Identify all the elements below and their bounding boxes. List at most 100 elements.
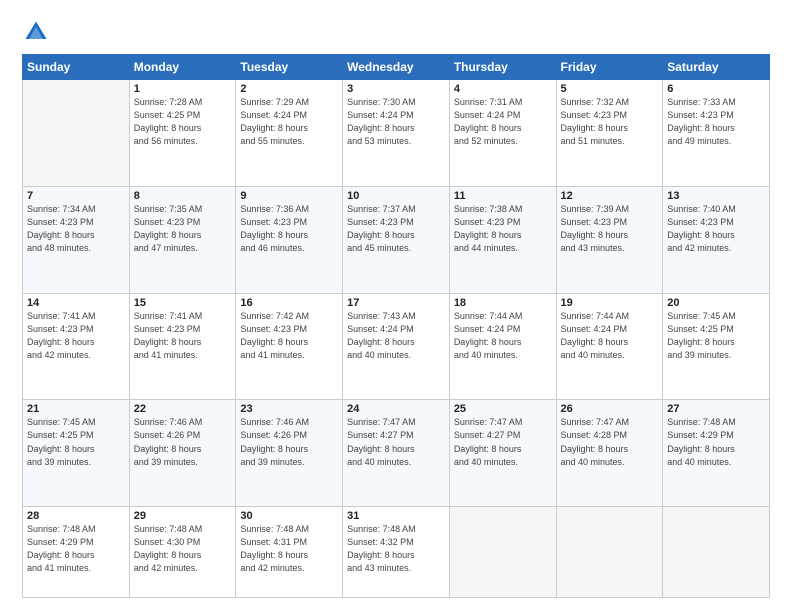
calendar-week-row: 1Sunrise: 7:28 AMSunset: 4:25 PMDaylight… <box>23 80 770 187</box>
calendar-cell: 8Sunrise: 7:35 AMSunset: 4:23 PMDaylight… <box>129 186 236 293</box>
day-info: Sunrise: 7:30 AMSunset: 4:24 PMDaylight:… <box>347 96 445 148</box>
calendar-week-row: 28Sunrise: 7:48 AMSunset: 4:29 PMDayligh… <box>23 507 770 598</box>
logo <box>22 18 54 46</box>
calendar-cell: 1Sunrise: 7:28 AMSunset: 4:25 PMDaylight… <box>129 80 236 187</box>
day-info: Sunrise: 7:38 AMSunset: 4:23 PMDaylight:… <box>454 203 552 255</box>
calendar-cell: 2Sunrise: 7:29 AMSunset: 4:24 PMDaylight… <box>236 80 343 187</box>
calendar-cell <box>663 507 770 598</box>
day-info: Sunrise: 7:44 AMSunset: 4:24 PMDaylight:… <box>561 310 659 362</box>
calendar-cell: 20Sunrise: 7:45 AMSunset: 4:25 PMDayligh… <box>663 293 770 400</box>
day-number: 13 <box>667 190 765 202</box>
day-number: 23 <box>240 403 338 415</box>
calendar-cell: 29Sunrise: 7:48 AMSunset: 4:30 PMDayligh… <box>129 507 236 598</box>
calendar-cell: 18Sunrise: 7:44 AMSunset: 4:24 PMDayligh… <box>449 293 556 400</box>
calendar-cell: 11Sunrise: 7:38 AMSunset: 4:23 PMDayligh… <box>449 186 556 293</box>
day-number: 20 <box>667 297 765 309</box>
day-info: Sunrise: 7:47 AMSunset: 4:27 PMDaylight:… <box>454 416 552 468</box>
day-number: 1 <box>134 83 232 95</box>
calendar-cell <box>449 507 556 598</box>
calendar-cell: 27Sunrise: 7:48 AMSunset: 4:29 PMDayligh… <box>663 400 770 507</box>
calendar-cell: 25Sunrise: 7:47 AMSunset: 4:27 PMDayligh… <box>449 400 556 507</box>
day-info: Sunrise: 7:28 AMSunset: 4:25 PMDaylight:… <box>134 96 232 148</box>
day-info: Sunrise: 7:37 AMSunset: 4:23 PMDaylight:… <box>347 203 445 255</box>
day-number: 3 <box>347 83 445 95</box>
calendar-cell: 5Sunrise: 7:32 AMSunset: 4:23 PMDaylight… <box>556 80 663 187</box>
day-number: 14 <box>27 297 125 309</box>
calendar-cell: 24Sunrise: 7:47 AMSunset: 4:27 PMDayligh… <box>343 400 450 507</box>
day-info: Sunrise: 7:45 AMSunset: 4:25 PMDaylight:… <box>667 310 765 362</box>
calendar-cell: 6Sunrise: 7:33 AMSunset: 4:23 PMDaylight… <box>663 80 770 187</box>
day-info: Sunrise: 7:48 AMSunset: 4:31 PMDaylight:… <box>240 523 338 575</box>
day-info: Sunrise: 7:48 AMSunset: 4:29 PMDaylight:… <box>667 416 765 468</box>
calendar-cell: 17Sunrise: 7:43 AMSunset: 4:24 PMDayligh… <box>343 293 450 400</box>
day-info: Sunrise: 7:41 AMSunset: 4:23 PMDaylight:… <box>27 310 125 362</box>
calendar-cell: 13Sunrise: 7:40 AMSunset: 4:23 PMDayligh… <box>663 186 770 293</box>
day-info: Sunrise: 7:44 AMSunset: 4:24 PMDaylight:… <box>454 310 552 362</box>
day-info: Sunrise: 7:46 AMSunset: 4:26 PMDaylight:… <box>240 416 338 468</box>
day-info: Sunrise: 7:31 AMSunset: 4:24 PMDaylight:… <box>454 96 552 148</box>
day-number: 4 <box>454 83 552 95</box>
day-number: 15 <box>134 297 232 309</box>
calendar-week-row: 21Sunrise: 7:45 AMSunset: 4:25 PMDayligh… <box>23 400 770 507</box>
day-header-friday: Friday <box>556 55 663 80</box>
calendar-cell: 10Sunrise: 7:37 AMSunset: 4:23 PMDayligh… <box>343 186 450 293</box>
calendar-cell <box>23 80 130 187</box>
day-number: 22 <box>134 403 232 415</box>
day-header-tuesday: Tuesday <box>236 55 343 80</box>
day-info: Sunrise: 7:33 AMSunset: 4:23 PMDaylight:… <box>667 96 765 148</box>
day-info: Sunrise: 7:47 AMSunset: 4:27 PMDaylight:… <box>347 416 445 468</box>
header <box>22 18 770 46</box>
day-number: 21 <box>27 403 125 415</box>
calendar-cell: 26Sunrise: 7:47 AMSunset: 4:28 PMDayligh… <box>556 400 663 507</box>
day-number: 9 <box>240 190 338 202</box>
calendar-week-row: 7Sunrise: 7:34 AMSunset: 4:23 PMDaylight… <box>23 186 770 293</box>
day-number: 7 <box>27 190 125 202</box>
day-info: Sunrise: 7:46 AMSunset: 4:26 PMDaylight:… <box>134 416 232 468</box>
day-info: Sunrise: 7:29 AMSunset: 4:24 PMDaylight:… <box>240 96 338 148</box>
logo-icon <box>22 18 50 46</box>
day-info: Sunrise: 7:39 AMSunset: 4:23 PMDaylight:… <box>561 203 659 255</box>
day-number: 5 <box>561 83 659 95</box>
page: SundayMondayTuesdayWednesdayThursdayFrid… <box>0 0 792 612</box>
calendar-cell: 30Sunrise: 7:48 AMSunset: 4:31 PMDayligh… <box>236 507 343 598</box>
day-info: Sunrise: 7:35 AMSunset: 4:23 PMDaylight:… <box>134 203 232 255</box>
day-info: Sunrise: 7:34 AMSunset: 4:23 PMDaylight:… <box>27 203 125 255</box>
calendar-cell <box>556 507 663 598</box>
day-info: Sunrise: 7:43 AMSunset: 4:24 PMDaylight:… <box>347 310 445 362</box>
day-info: Sunrise: 7:40 AMSunset: 4:23 PMDaylight:… <box>667 203 765 255</box>
calendar-cell: 14Sunrise: 7:41 AMSunset: 4:23 PMDayligh… <box>23 293 130 400</box>
day-info: Sunrise: 7:32 AMSunset: 4:23 PMDaylight:… <box>561 96 659 148</box>
day-info: Sunrise: 7:47 AMSunset: 4:28 PMDaylight:… <box>561 416 659 468</box>
calendar-table: SundayMondayTuesdayWednesdayThursdayFrid… <box>22 54 770 598</box>
day-number: 31 <box>347 510 445 522</box>
calendar-cell: 9Sunrise: 7:36 AMSunset: 4:23 PMDaylight… <box>236 186 343 293</box>
day-number: 29 <box>134 510 232 522</box>
day-header-wednesday: Wednesday <box>343 55 450 80</box>
calendar-cell: 15Sunrise: 7:41 AMSunset: 4:23 PMDayligh… <box>129 293 236 400</box>
day-header-thursday: Thursday <box>449 55 556 80</box>
calendar-cell: 12Sunrise: 7:39 AMSunset: 4:23 PMDayligh… <box>556 186 663 293</box>
calendar-cell: 31Sunrise: 7:48 AMSunset: 4:32 PMDayligh… <box>343 507 450 598</box>
day-info: Sunrise: 7:41 AMSunset: 4:23 PMDaylight:… <box>134 310 232 362</box>
day-info: Sunrise: 7:45 AMSunset: 4:25 PMDaylight:… <box>27 416 125 468</box>
day-header-saturday: Saturday <box>663 55 770 80</box>
day-info: Sunrise: 7:42 AMSunset: 4:23 PMDaylight:… <box>240 310 338 362</box>
day-number: 2 <box>240 83 338 95</box>
day-number: 11 <box>454 190 552 202</box>
day-info: Sunrise: 7:48 AMSunset: 4:32 PMDaylight:… <box>347 523 445 575</box>
day-number: 28 <box>27 510 125 522</box>
calendar-cell: 3Sunrise: 7:30 AMSunset: 4:24 PMDaylight… <box>343 80 450 187</box>
day-number: 18 <box>454 297 552 309</box>
calendar-cell: 28Sunrise: 7:48 AMSunset: 4:29 PMDayligh… <box>23 507 130 598</box>
calendar-cell: 19Sunrise: 7:44 AMSunset: 4:24 PMDayligh… <box>556 293 663 400</box>
day-info: Sunrise: 7:36 AMSunset: 4:23 PMDaylight:… <box>240 203 338 255</box>
day-header-sunday: Sunday <box>23 55 130 80</box>
day-number: 6 <box>667 83 765 95</box>
day-number: 24 <box>347 403 445 415</box>
day-number: 16 <box>240 297 338 309</box>
calendar-cell: 22Sunrise: 7:46 AMSunset: 4:26 PMDayligh… <box>129 400 236 507</box>
day-info: Sunrise: 7:48 AMSunset: 4:30 PMDaylight:… <box>134 523 232 575</box>
calendar-cell: 7Sunrise: 7:34 AMSunset: 4:23 PMDaylight… <box>23 186 130 293</box>
day-number: 25 <box>454 403 552 415</box>
calendar-cell: 4Sunrise: 7:31 AMSunset: 4:24 PMDaylight… <box>449 80 556 187</box>
